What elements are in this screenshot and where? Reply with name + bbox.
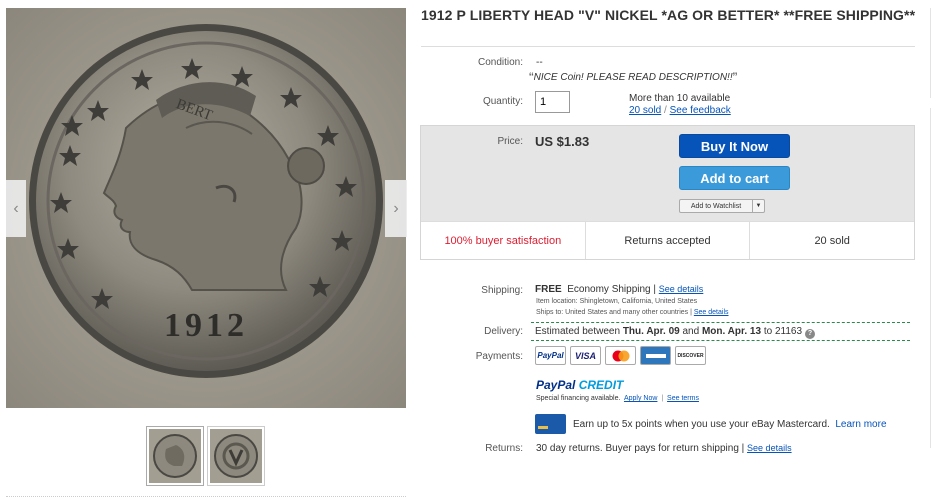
returns-details-link[interactable]: See details: [747, 443, 792, 453]
amex-icon: [640, 346, 671, 365]
divider: [6, 496, 406, 497]
condition-note: “NICE Coin! PLEASE READ DESCRIPTION!!”: [529, 69, 738, 85]
shipping-label: Shipping:: [481, 285, 523, 296]
watchlist-control: Add to Watchlist ▼: [679, 199, 765, 213]
learn-more-link[interactable]: Learn more: [835, 419, 886, 430]
paypal-credit-logo: PayPal CREDIT: [536, 378, 624, 392]
visa-icon: VISA: [570, 346, 601, 365]
buy-it-now-button[interactable]: Buy It Now: [679, 134, 790, 158]
availability: More than 10 available 20 sold / See fee…: [629, 93, 731, 116]
divider: [930, 108, 931, 448]
chevron-left-icon[interactable]: ‹: [6, 180, 26, 237]
quantity-label: Quantity:: [482, 96, 523, 107]
divider: [421, 46, 915, 47]
thumbnail-obverse[interactable]: [146, 426, 204, 486]
ships-to: Ships to: United States and many other c…: [536, 309, 729, 316]
main-image[interactable]: BERT 1912: [6, 8, 406, 408]
mastercard-promo: Earn up to 5x points when you use your e…: [573, 419, 887, 430]
condition-label: Condition:: [477, 57, 523, 68]
returns-stat: Returns accepted: [584, 222, 750, 259]
mastercard-icon: [605, 346, 636, 365]
seller-stats: 100% buyer satisfaction Returns accepted…: [421, 221, 914, 259]
shipping-value: FREE Economy Shipping | See details: [535, 284, 704, 295]
item-title: 1912 P LIBERTY HEAD "V" NICKEL *AG OR BE…: [421, 7, 916, 23]
see-terms-link[interactable]: See terms: [667, 395, 699, 402]
coin-reverse-thumb-icon: [214, 434, 258, 478]
svg-text:1912: 1912: [164, 307, 248, 344]
item-location: Item location: Shingletown, California, …: [536, 298, 698, 305]
shipping-details-link[interactable]: See details: [659, 284, 704, 294]
coin-image: BERT 1912: [6, 8, 406, 408]
paypal-icon: PayPal: [535, 346, 566, 365]
buyer-satisfaction-stat: 100% buyer satisfaction: [444, 234, 562, 247]
discover-icon: DISCOVER: [675, 346, 706, 365]
credit-card-icon: [535, 414, 566, 434]
available-count: More than 10 available: [629, 93, 731, 104]
returns-label: Returns:: [485, 443, 523, 454]
apply-now-link[interactable]: Apply Now: [624, 395, 657, 402]
price-value: US $1.83: [535, 134, 590, 149]
delivery-label: Delivery:: [484, 326, 523, 337]
delivery-estimate: Estimated between Thu. Apr. 09 and Mon. …: [531, 322, 910, 341]
quantity-input[interactable]: [535, 91, 570, 113]
chevron-right-icon[interactable]: ›: [385, 180, 407, 237]
returns-value: 30 day returns. Buyer pays for return sh…: [536, 443, 792, 454]
sold-link[interactable]: 20 sold: [629, 105, 661, 116]
add-to-watchlist-button[interactable]: Add to Watchlist: [679, 199, 753, 213]
ships-to-details-link[interactable]: See details: [694, 309, 729, 316]
coin-obverse-thumb-icon: [153, 434, 197, 478]
chevron-down-icon[interactable]: ▼: [753, 199, 765, 213]
add-to-cart-button[interactable]: Add to cart: [679, 166, 790, 190]
payment-methods: PayPal VISA DISCOVER: [535, 346, 706, 365]
payments-label: Payments:: [475, 351, 523, 362]
sold-stat: 20 sold: [749, 222, 914, 259]
thumbnail-reverse[interactable]: [207, 426, 265, 486]
thumbnail-strip: [146, 426, 265, 486]
divider: [930, 8, 931, 98]
help-circle-icon[interactable]: ?: [805, 329, 816, 339]
condition-value: --: [536, 57, 543, 68]
paypal-credit-info: Special financing available. Apply Now |…: [536, 395, 699, 402]
price-label: Price:: [497, 136, 523, 147]
feedback-link[interactable]: See feedback: [670, 105, 731, 116]
